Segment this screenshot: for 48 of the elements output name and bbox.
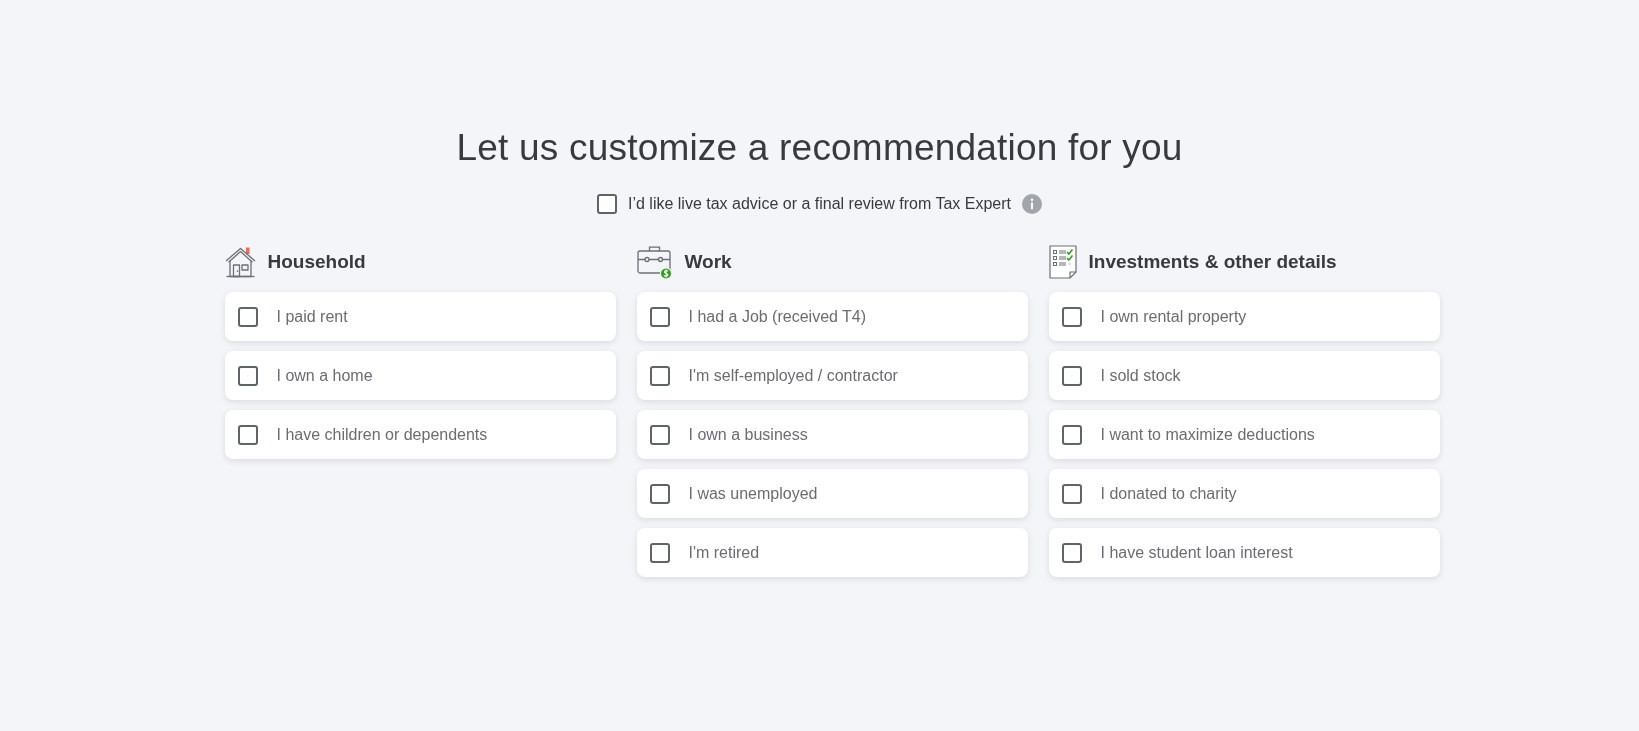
option-card[interactable]: I own a home <box>224 351 616 400</box>
option-card[interactable]: I own rental property <box>1048 292 1440 341</box>
option-card[interactable]: I have children or dependents <box>224 410 616 459</box>
checklist-icon <box>1048 245 1077 279</box>
section-title: Work <box>684 249 732 274</box>
option-label: I want to maximize deductions <box>1100 424 1315 445</box>
option-card[interactable]: I own a business <box>636 410 1028 459</box>
option-label: I was unemployed <box>688 483 818 504</box>
checkbox[interactable] <box>1061 483 1082 504</box>
checkbox[interactable] <box>649 424 670 445</box>
option-label: I sold stock <box>1100 365 1181 386</box>
option-card[interactable]: I had a Job (received T4) <box>636 292 1028 341</box>
option-card[interactable]: I have student loan interest <box>1048 528 1440 577</box>
option-card[interactable]: I donated to charity <box>1048 469 1440 518</box>
option-label: I own a business <box>688 424 808 445</box>
option-label: I own a home <box>276 365 373 386</box>
option-card[interactable]: I was unemployed <box>636 469 1028 518</box>
option-card[interactable]: I sold stock <box>1048 351 1440 400</box>
option-card[interactable]: I paid rent <box>224 292 616 341</box>
checkbox[interactable] <box>649 542 670 563</box>
option-label: I have children or dependents <box>276 424 488 445</box>
checkbox[interactable] <box>1061 542 1082 563</box>
option-label: I'm self-employed / contractor <box>688 365 898 386</box>
option-label: I donated to charity <box>1100 483 1237 504</box>
house-icon <box>224 246 256 278</box>
option-card[interactable]: I'm self-employed / contractor <box>636 351 1028 400</box>
checkbox[interactable] <box>1061 365 1082 386</box>
section-title: Household <box>267 249 366 274</box>
briefcase-dollar-icon <box>636 244 673 280</box>
option-label: I paid rent <box>276 306 348 327</box>
option-card[interactable]: I want to maximize deductions <box>1048 410 1440 459</box>
option-card[interactable]: I'm retired <box>636 528 1028 577</box>
checkbox[interactable] <box>1061 424 1082 445</box>
checkbox[interactable] <box>649 483 670 504</box>
checkbox[interactable] <box>237 365 258 386</box>
section-title: Investments & other details <box>1088 249 1337 274</box>
checkbox[interactable] <box>1061 306 1082 327</box>
option-label: I had a Job (received T4) <box>688 306 867 327</box>
option-label: I'm retired <box>688 542 760 563</box>
checkbox[interactable] <box>649 306 670 327</box>
option-label: I have student loan interest <box>1100 542 1293 563</box>
checkbox[interactable] <box>597 194 617 214</box>
checkbox[interactable] <box>237 424 258 445</box>
page-title: Let us customize a recommendation for you <box>455 126 1184 170</box>
checkbox[interactable] <box>237 306 258 327</box>
checkbox[interactable] <box>649 365 670 386</box>
option-label: I own rental property <box>1100 306 1247 327</box>
option-label: I’d like live tax advice or a final review from Tax Expert <box>628 194 1011 214</box>
